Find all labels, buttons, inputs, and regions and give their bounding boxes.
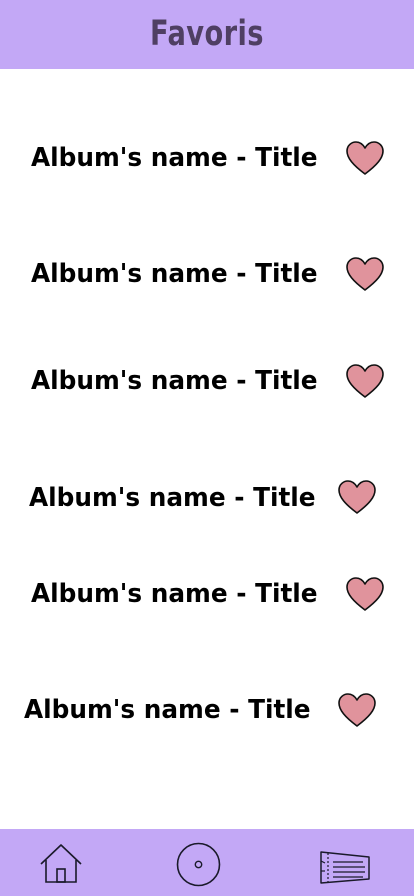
favorite-item[interactable]: Album's name - Title (31, 361, 331, 401)
favorite-label: Album's name - Title (31, 579, 318, 609)
heart-icon[interactable] (345, 256, 385, 292)
favorite-item[interactable]: Album's name - Title (24, 690, 324, 730)
favorite-label: Album's name - Title (31, 143, 318, 173)
favorite-item[interactable]: Album's name - Title (31, 138, 331, 178)
disc-icon[interactable] (176, 842, 221, 887)
header-bar: Favoris (0, 0, 414, 69)
heart-icon[interactable] (337, 479, 377, 515)
favorite-label: Album's name - Title (31, 259, 318, 289)
favorite-label: Album's name - Title (29, 483, 316, 513)
home-icon[interactable] (39, 843, 83, 885)
heart-icon[interactable] (345, 576, 385, 612)
heart-icon[interactable] (337, 692, 377, 728)
heart-icon[interactable] (345, 363, 385, 399)
favorite-label: Album's name - Title (24, 695, 311, 725)
favorite-label: Album's name - Title (31, 366, 318, 396)
ticket-icon[interactable] (319, 849, 371, 885)
page-title: Favoris (150, 13, 264, 54)
favorite-item[interactable]: Album's name - Title (31, 254, 331, 294)
favorite-item[interactable]: Album's name - Title (29, 478, 329, 518)
heart-icon[interactable] (345, 140, 385, 176)
favorite-item[interactable]: Album's name - Title (31, 574, 331, 614)
bottom-nav (0, 829, 414, 896)
